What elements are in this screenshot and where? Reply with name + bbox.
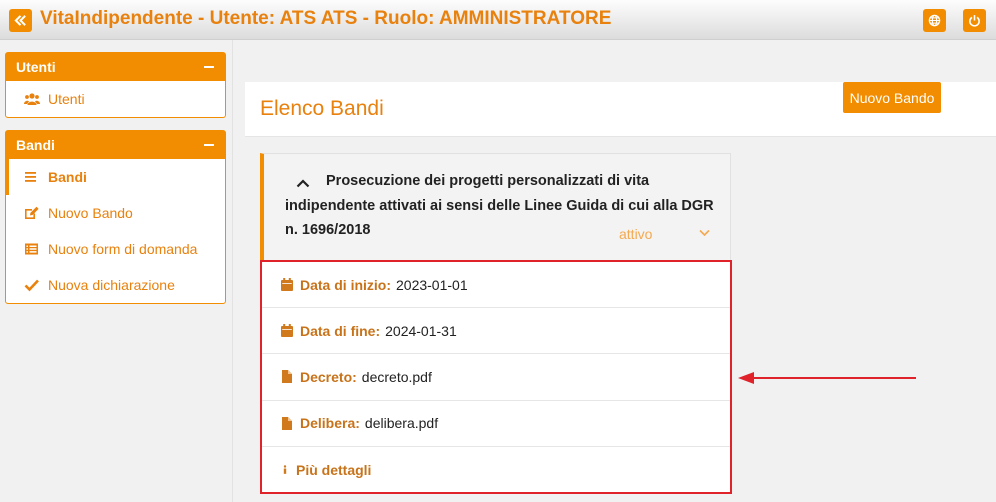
sidebar-item-utenti[interactable]: Utenti	[6, 81, 225, 117]
form-list-icon	[25, 243, 38, 255]
bando-title: Prosecuzione dei progetti personalizzati…	[285, 173, 714, 238]
list-icon	[25, 172, 36, 182]
globe-icon	[928, 14, 941, 27]
page-title: Elenco Bandi	[260, 97, 384, 120]
detail-label: Delibera:	[300, 415, 360, 432]
app-header: VitaIndipendente - Utente: ATS ATS - Ruo…	[0, 0, 996, 40]
sidebar-item-label: Nuovo Bando	[48, 205, 133, 221]
sidebar-item-nuova-dichiarazione[interactable]: Nuova dichiarazione	[6, 267, 225, 303]
panel-header-utenti[interactable]: Utenti	[6, 53, 225, 81]
sidebar-panel-bandi: Bandi Bandi Nuovo Bando Nuovo form di do…	[5, 130, 226, 304]
collapse-icon[interactable]	[204, 144, 214, 146]
info-icon	[283, 465, 287, 475]
detail-label: Decreto:	[300, 368, 357, 385]
sidebar-item-label: Utenti	[48, 91, 85, 107]
detail-label: Data di inizio:	[300, 276, 391, 293]
panel-title: Bandi	[16, 137, 55, 153]
bando-details: Data di inizio: 2023-01-01 Data di fine:…	[260, 260, 732, 494]
users-icon	[24, 93, 40, 105]
double-chevron-left-icon	[14, 15, 26, 26]
decreto-link[interactable]: decreto.pdf	[362, 369, 432, 385]
more-details-link[interactable]: Più dettagli	[296, 462, 371, 478]
sidebar-item-nuovo-bando[interactable]: Nuovo Bando	[6, 195, 225, 231]
bando-card-header[interactable]: Prosecuzione dei progetti personalizzati…	[260, 153, 731, 261]
detail-label: Data di fine:	[300, 322, 381, 339]
file-icon	[282, 370, 292, 384]
sidebar-item-label: Nuovo form di domanda	[48, 241, 198, 257]
power-icon	[969, 15, 980, 27]
logout-button[interactable]	[963, 9, 986, 32]
delibera-link[interactable]: delibera.pdf	[365, 415, 438, 431]
sidebar-panel-utenti: Utenti Utenti	[5, 52, 226, 118]
sidebar-item-bandi[interactable]: Bandi	[6, 159, 225, 195]
detail-row-decreto: Decreto: decreto.pdf	[262, 354, 730, 401]
sidebar-item-label: Nuova dichiarazione	[48, 277, 175, 293]
sidebar-toggle-button[interactable]	[9, 9, 32, 32]
detail-row-data-fine: Data di fine: 2024-01-31	[262, 308, 730, 355]
detail-value: 2023-01-01	[396, 276, 468, 293]
detail-value: 2024-01-31	[385, 322, 457, 339]
edit-icon	[25, 206, 39, 219]
check-icon	[24, 279, 39, 292]
file-icon	[282, 416, 292, 430]
detail-row-data-inizio: Data di inizio: 2023-01-01	[262, 262, 730, 309]
calendar-icon	[281, 278, 293, 292]
app-title: VitaIndipendente - Utente: ATS ATS - Ruo…	[40, 8, 612, 29]
panel-title: Utenti	[16, 59, 56, 75]
calendar-icon	[281, 324, 293, 338]
language-button[interactable]	[923, 9, 946, 32]
sidebar-item-nuovo-form[interactable]: Nuovo form di domanda	[6, 231, 225, 267]
annotation-arrow-icon	[738, 372, 916, 384]
collapse-icon[interactable]	[204, 66, 214, 68]
new-bando-button[interactable]: Nuovo Bando	[843, 82, 941, 113]
sidebar-divider	[232, 40, 233, 502]
detail-row-piu-dettagli[interactable]: Più dettagli	[262, 447, 730, 493]
panel-header-bandi[interactable]: Bandi	[6, 131, 225, 159]
sidebar-item-label: Bandi	[48, 169, 87, 185]
detail-row-delibera: Delibera: delibera.pdf	[262, 401, 730, 447]
status-badge: attivo	[619, 226, 653, 242]
chevron-down-icon[interactable]	[699, 229, 710, 237]
